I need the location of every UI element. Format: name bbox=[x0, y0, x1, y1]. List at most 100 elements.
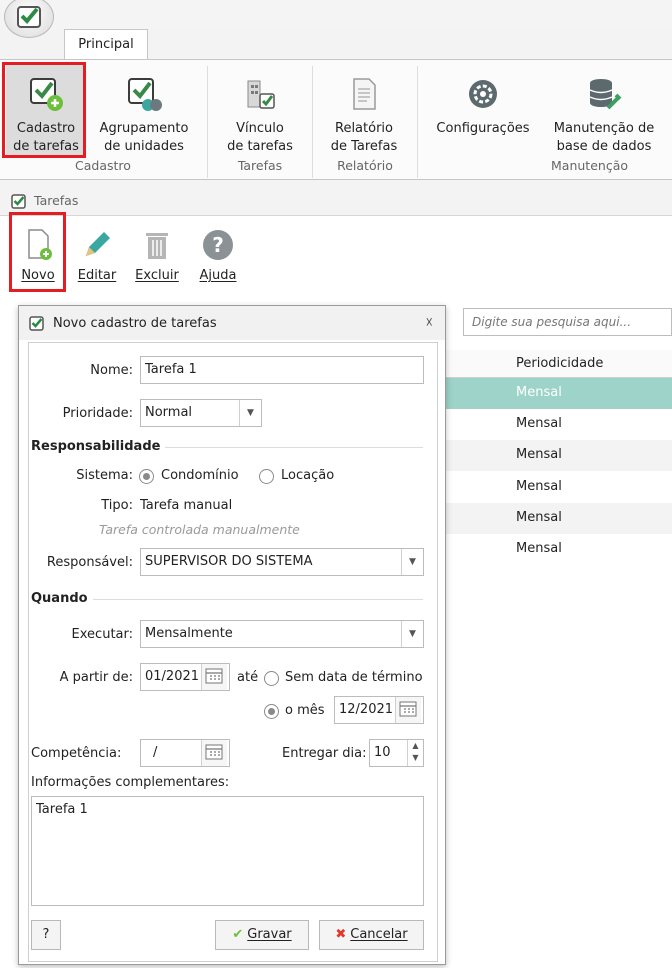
nome-input[interactable]: Tarefa 1 bbox=[140, 356, 424, 384]
section-divider bbox=[93, 599, 423, 600]
competencia-input[interactable]: / bbox=[140, 739, 230, 767]
highlight-box bbox=[9, 212, 66, 292]
responsavel-label: Responsável: bbox=[46, 555, 133, 570]
responsavel-value: SUPERVISOR DO SISTEMA bbox=[145, 554, 313, 569]
help-icon: ? bbox=[203, 230, 233, 260]
responsavel-select[interactable]: SUPERVISOR DO SISTEMA ▼ bbox=[140, 548, 424, 576]
database-wrench-icon bbox=[589, 79, 622, 110]
calendar-icon[interactable] bbox=[395, 697, 421, 723]
cell-periodicidade: Mensal bbox=[516, 479, 562, 494]
column-header-periodicidade[interactable]: Periodicidade bbox=[516, 356, 603, 371]
dialog-title: Novo cadastro de tarefas bbox=[53, 316, 217, 331]
gravar-button[interactable]: ✔ Gravar bbox=[215, 920, 309, 950]
help-button[interactable]: ? bbox=[31, 920, 61, 950]
prioridade-label: Prioridade: bbox=[62, 406, 133, 421]
entregar-value: 10 bbox=[374, 745, 391, 760]
check-icon: ✔ bbox=[232, 927, 244, 942]
tab-principal[interactable]: Principal bbox=[64, 29, 148, 60]
vinculo-tarefas-button[interactable]: Vínculo de tarefas bbox=[220, 62, 300, 158]
prioridade-select[interactable]: Normal ▼ bbox=[140, 399, 262, 427]
table-row[interactable]: Mensal bbox=[446, 534, 672, 565]
search-input[interactable]: Digite sua pesquisa aqui... bbox=[463, 308, 672, 336]
grid-header: Periodicidade bbox=[446, 350, 672, 378]
ajuda-button[interactable]: ? Ajuda bbox=[192, 218, 244, 290]
tarefas-window-bar: Tarefas bbox=[0, 186, 672, 216]
condominio-label[interactable]: Condomínio bbox=[161, 468, 239, 483]
gear-icon bbox=[469, 80, 497, 108]
dialog-body: Nome: Tarefa 1 Prioridade: Normal ▼ Resp… bbox=[28, 342, 438, 962]
svg-text:?: ? bbox=[212, 233, 224, 257]
chevron-down-icon[interactable]: ▼ bbox=[401, 549, 423, 575]
calendar-icon[interactable] bbox=[201, 740, 227, 766]
prioridade-value: Normal bbox=[145, 405, 193, 420]
executar-label: Executar: bbox=[71, 627, 133, 642]
stepper-arrows-icon[interactable]: ▲ ▼ bbox=[407, 740, 423, 766]
tipo-value: Tarefa manual bbox=[140, 498, 233, 513]
table-row[interactable]: Mensal bbox=[446, 472, 672, 503]
group-units-icon bbox=[128, 78, 162, 111]
editar-button[interactable]: Editar bbox=[72, 218, 122, 290]
locacao-label[interactable]: Locação bbox=[281, 468, 334, 483]
sem-data-label[interactable]: Sem data de término bbox=[285, 670, 423, 685]
chevron-down-icon[interactable]: ▼ bbox=[401, 621, 423, 647]
cell-periodicidade: Mensal bbox=[516, 416, 562, 431]
table-row[interactable]: Mensal bbox=[446, 440, 672, 471]
apartir-input[interactable]: 01/2021 bbox=[140, 663, 230, 691]
o-mes-label[interactable]: o mês bbox=[285, 703, 325, 718]
close-icon[interactable]: ☓ bbox=[426, 315, 433, 331]
apartir-value: 01/2021 bbox=[145, 669, 200, 684]
chevron-down-icon[interactable]: ▼ bbox=[239, 400, 261, 426]
nome-label: Nome: bbox=[90, 363, 133, 378]
cancelar-button[interactable]: ✖ Cancelar bbox=[319, 920, 424, 950]
radio-condominio[interactable] bbox=[139, 469, 154, 484]
tarefas-toolbar: Novo Editar Excluir ? Ajuda bbox=[0, 212, 672, 292]
cell-periodicidade: Mensal bbox=[516, 510, 562, 525]
agrupamento-unidades-button[interactable]: Agrupamento de unidades bbox=[92, 62, 196, 158]
section-divider bbox=[165, 447, 423, 448]
calendar-icon[interactable] bbox=[201, 664, 227, 690]
executar-select[interactable]: Mensalmente ▼ bbox=[140, 620, 424, 648]
section-responsabilidade: Responsabilidade bbox=[31, 439, 161, 454]
entregar-label: Entregar dia: bbox=[282, 746, 367, 761]
trash-icon bbox=[146, 233, 168, 259]
table-row[interactable]: Mensal bbox=[446, 378, 672, 409]
info-textarea[interactable]: Tarefa 1 bbox=[31, 796, 424, 906]
cell-periodicidade: Mensal bbox=[516, 385, 562, 400]
dialog-title-bar[interactable]: Novo cadastro de tarefas ☓ bbox=[19, 306, 445, 340]
task-check-icon bbox=[29, 316, 44, 331]
group-label-cadastro: Cadastro bbox=[75, 158, 131, 173]
o-mes-input[interactable]: 12/2021 bbox=[334, 696, 424, 724]
window-title: Tarefas bbox=[34, 193, 79, 208]
apartir-label: A partir de: bbox=[59, 670, 133, 685]
pencil-icon bbox=[86, 232, 110, 256]
excluir-button[interactable]: Excluir bbox=[130, 218, 184, 290]
report-document-icon bbox=[353, 78, 376, 110]
group-label-manutencao: Manutenção bbox=[551, 158, 628, 173]
gravar-label: Gravar bbox=[247, 927, 292, 942]
task-check-icon bbox=[11, 194, 26, 209]
cancelar-label: Cancelar bbox=[350, 927, 408, 942]
entregar-dia-stepper[interactable]: 10 ▲ ▼ bbox=[369, 739, 424, 767]
app-check-icon bbox=[17, 6, 41, 28]
sistema-label: Sistema: bbox=[76, 468, 133, 483]
app-menu-button[interactable] bbox=[4, 0, 54, 38]
radio-sem-data[interactable] bbox=[264, 671, 279, 686]
tipo-label: Tipo: bbox=[101, 498, 133, 513]
radio-locacao[interactable] bbox=[259, 469, 274, 484]
help-icon: ? bbox=[42, 927, 50, 942]
ribbon: Cadastro de tarefas Agrupamento de unidade… bbox=[0, 59, 672, 180]
ate-label: até bbox=[237, 670, 259, 685]
configuracoes-button[interactable]: Configurações bbox=[428, 62, 538, 158]
manutencao-base-dados-button[interactable]: Manutenção de base de dados bbox=[544, 62, 664, 158]
competencia-value: / bbox=[153, 745, 158, 760]
table-row[interactable]: Mensal bbox=[446, 409, 672, 440]
section-quando: Quando bbox=[31, 591, 88, 606]
info-label: Informações complementares: bbox=[31, 775, 230, 790]
executar-value: Mensalmente bbox=[145, 626, 233, 641]
relatorio-tarefas-button[interactable]: Relatório de Tarefas bbox=[324, 62, 404, 158]
o-mes-value: 12/2021 bbox=[339, 702, 394, 717]
x-icon: ✖ bbox=[335, 927, 347, 942]
table-row[interactable]: Mensal bbox=[446, 503, 672, 534]
novo-cadastro-dialog: Novo cadastro de tarefas ☓ Nome: Tarefa … bbox=[18, 305, 446, 965]
radio-o-mes[interactable] bbox=[264, 704, 279, 719]
